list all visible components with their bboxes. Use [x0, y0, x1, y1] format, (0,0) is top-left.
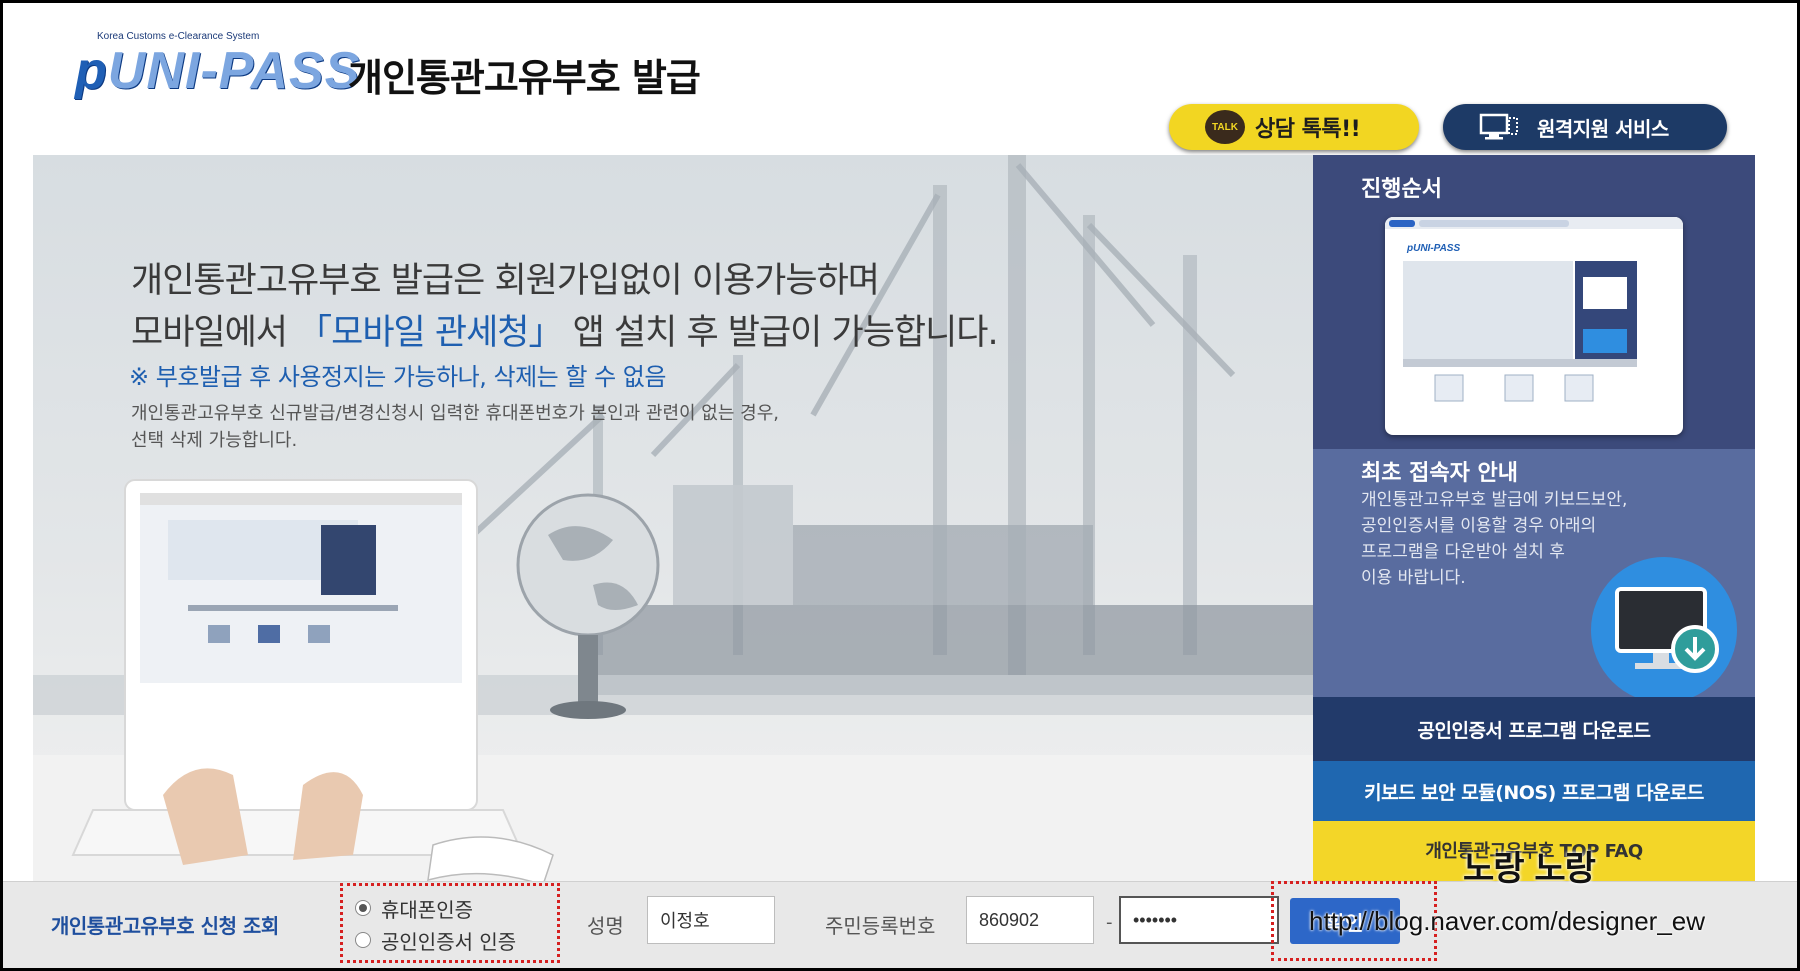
- first-visitor-description: 개인통관고유부호 발급에 키보드보안, 공인인증서를 이용할 경우 아래의 프로…: [1361, 490, 1628, 588]
- radio-phone-auth-label: 휴대폰인증: [381, 897, 473, 922]
- name-label: 성명: [587, 914, 624, 938]
- radio-cert-auth-input[interactable]: [355, 932, 371, 948]
- logo-wordmark: pUNI-PASS: [75, 42, 361, 100]
- query-title: 개인통관고유부호 신청 조회: [51, 914, 279, 938]
- talk-consult-button[interactable]: TALK 상담 톡톡!!: [1169, 104, 1419, 150]
- svg-text:pUNI-PASS: pUNI-PASS: [1406, 243, 1460, 254]
- remote-support-button[interactable]: 원격지원 서비스: [1443, 104, 1727, 150]
- radio-cert-auth-label: 공인인증서 인증: [381, 929, 517, 954]
- download-monitor-icon: [1591, 557, 1737, 703]
- name-input[interactable]: 이정호: [647, 896, 775, 944]
- watermark-url: http://blog.naver.com/designer_ew: [1309, 906, 1706, 936]
- process-steps-title: 진행순서: [1361, 177, 1442, 202]
- monitor-icon: [1479, 112, 1519, 142]
- rrn-label: 주민등록번호: [825, 914, 936, 938]
- radio-cert-auth[interactable]: 공인인증서 인증: [355, 924, 516, 956]
- first-visitor-title: 최초 접속자 안내: [1361, 461, 1518, 486]
- process-steps-section: 진행순서 pUNI-PASS: [1313, 155, 1755, 449]
- unipass-logo[interactable]: Korea Customs e-Clearance System pUNI-PA…: [75, 31, 359, 117]
- side-panel: 진행순서 pUNI-PASS 최초 접속자 안내 개인통관고유부호 발급에 키보…: [1313, 155, 1755, 881]
- page-title: 개인통관고유부호 발급: [348, 56, 701, 100]
- page-frame: Korea Customs e-Clearance System pUNI-PA…: [0, 0, 1800, 971]
- rrn-front-input[interactable]: 860902: [966, 896, 1094, 944]
- process-thumbnail-image: pUNI-PASS: [1385, 217, 1683, 402]
- hero-banner: 개인통관고유부호 발급은 회원가입없이 이용가능하며 모바일에서 「모바일 관세…: [33, 155, 1313, 881]
- radio-phone-auth-input[interactable]: [355, 900, 371, 916]
- hero-note: ※ 부호발급 후 사용정지는 가능하나, 삭제는 할 수 없음: [129, 363, 666, 391]
- cert-program-download-button[interactable]: 공인인증서 프로그램 다운로드: [1313, 697, 1755, 761]
- hero-headline: 개인통관고유부호 발급은 회원가입없이 이용가능하며 모바일에서 「모바일 관세…: [131, 255, 999, 359]
- watermark-name: 노랑 노랑: [1463, 849, 1596, 889]
- auth-method-radio-group: 휴대폰인증 공인인증서 인증: [355, 892, 516, 956]
- rrn-back-input[interactable]: •••••••: [1119, 896, 1279, 944]
- remote-support-label: 원격지원 서비스: [1537, 116, 1669, 141]
- hero-description: 개인통관고유부호 신규발급/변경신청시 입력한 휴대폰번호가 본인과 관련이 없…: [131, 403, 779, 451]
- first-visitor-section: 최초 접속자 안내 개인통관고유부호 발급에 키보드보안, 공인인증서를 이용할…: [1313, 449, 1755, 703]
- hero-headline-line1: 개인통관고유부호 발급은 회원가입없이 이용가능하며: [131, 261, 880, 301]
- talk-consult-label: 상담 톡톡!!: [1255, 117, 1361, 142]
- rrn-dash: -: [1106, 912, 1113, 933]
- kakao-talk-icon: TALK: [1205, 110, 1245, 144]
- hero-headline-line2: 모바일에서 「모바일 관세청」 앱 설치 후 발급이 가능합니다.: [131, 313, 999, 353]
- process-steps-thumbnail[interactable]: pUNI-PASS: [1385, 217, 1683, 435]
- radio-phone-auth[interactable]: 휴대폰인증: [355, 892, 516, 924]
- nos-module-download-button[interactable]: 키보드 보안 모듈(NOS) 프로그램 다운로드: [1313, 761, 1755, 821]
- mobile-customs-app-highlight: 「모바일 관세청」: [297, 313, 563, 353]
